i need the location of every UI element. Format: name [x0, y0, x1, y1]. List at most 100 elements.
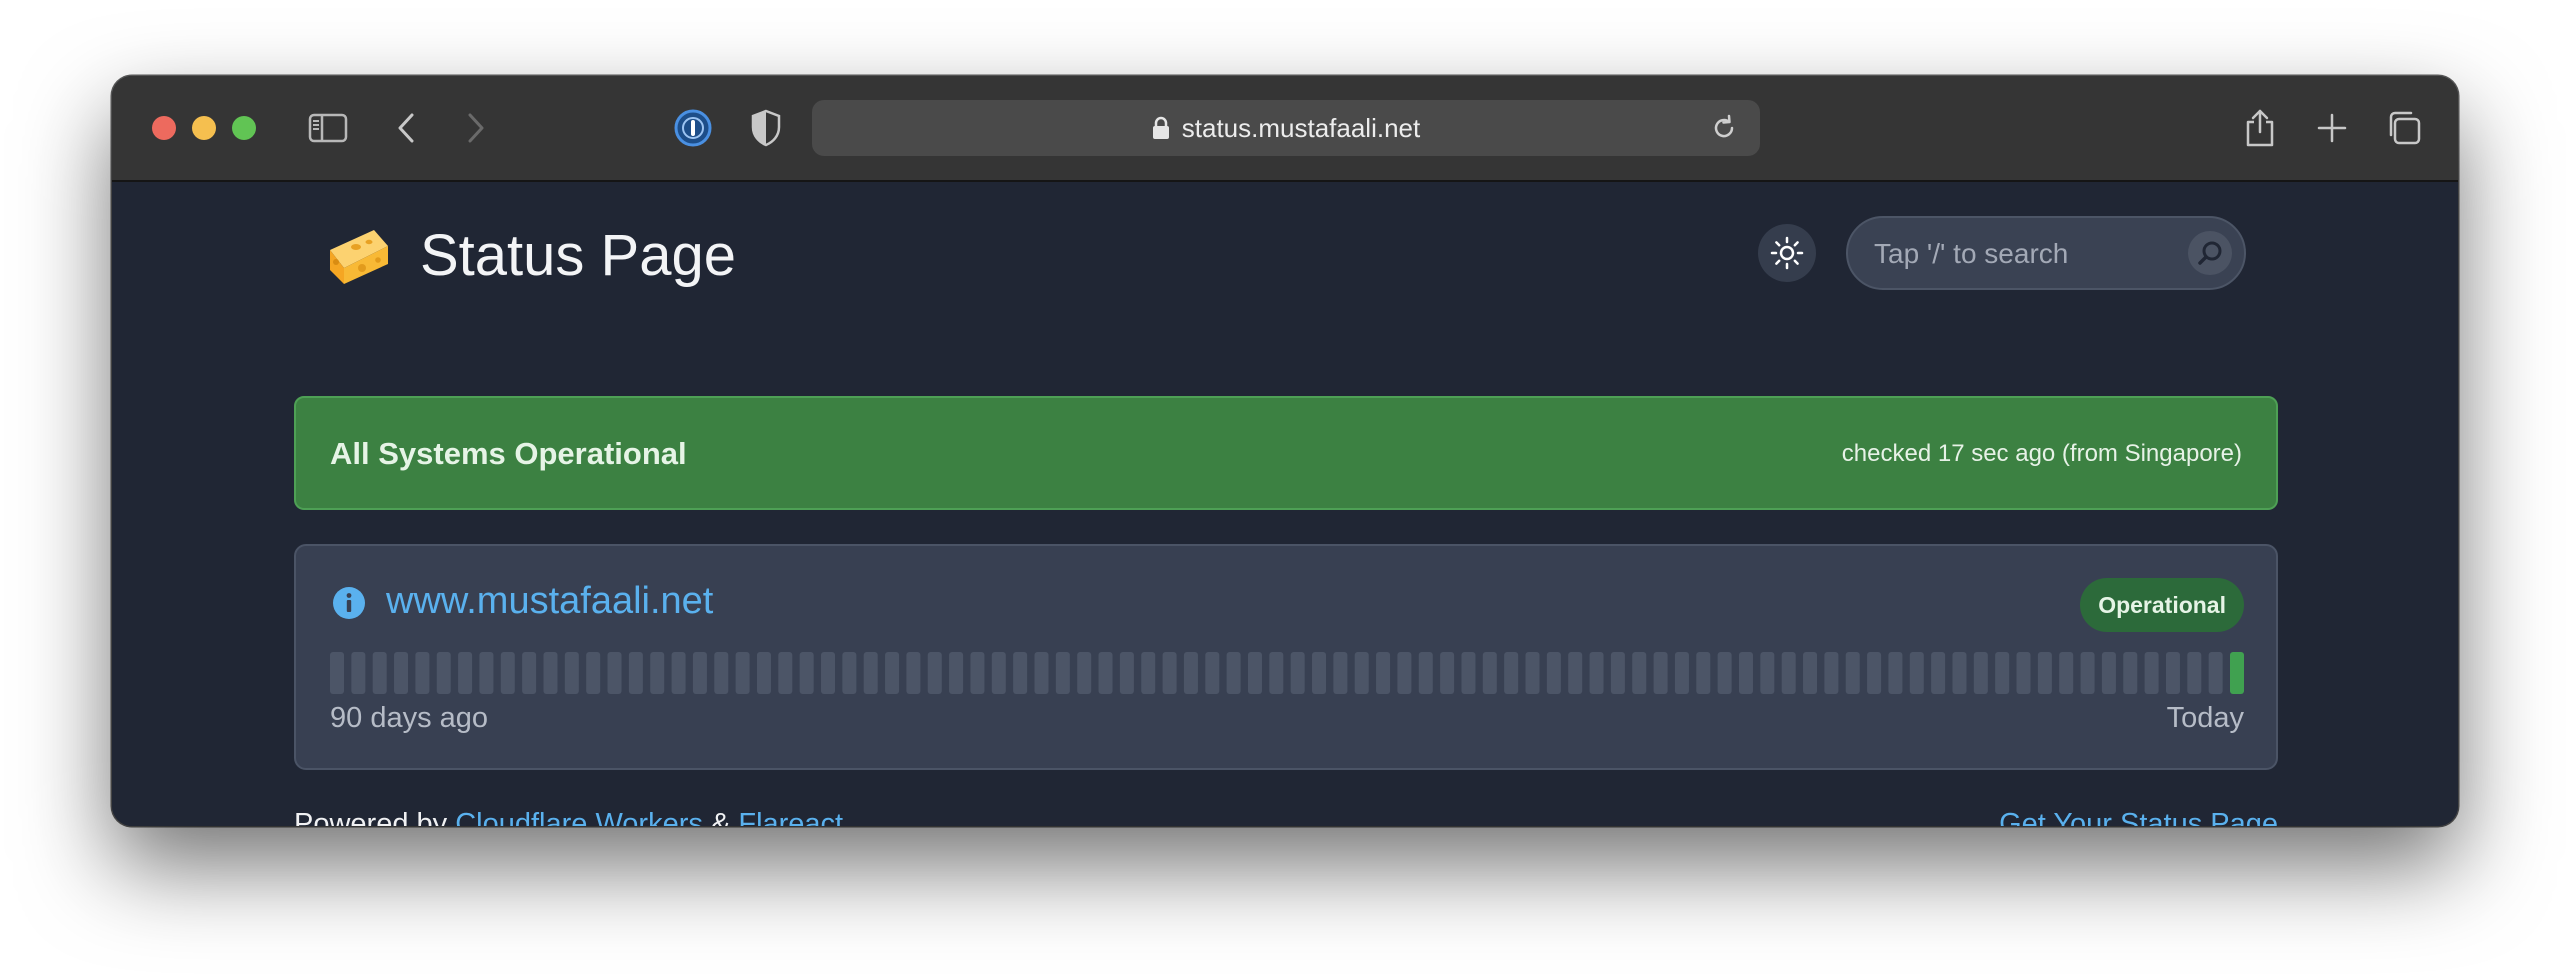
uptime-day-bar-no-data[interactable]	[1546, 652, 1561, 694]
uptime-day-bar-no-data[interactable]	[2080, 652, 2095, 694]
uptime-day-bar-no-data[interactable]	[1632, 652, 1647, 694]
uptime-day-bar-no-data[interactable]	[2144, 652, 2159, 694]
uptime-day-bar-no-data[interactable]	[1674, 652, 1689, 694]
uptime-day-bar-no-data[interactable]	[949, 652, 964, 694]
uptime-day-bar-no-data[interactable]	[522, 652, 537, 694]
uptime-day-bar-no-data[interactable]	[628, 652, 643, 694]
uptime-day-bar-no-data[interactable]	[1119, 652, 1134, 694]
uptime-day-bar-no-data[interactable]	[1995, 652, 2010, 694]
uptime-day-bar-no-data[interactable]	[1397, 652, 1412, 694]
cloudflare-workers-link[interactable]: Cloudflare Workers	[455, 808, 703, 826]
uptime-day-bar-no-data[interactable]	[2059, 652, 2074, 694]
search-input[interactable]	[1872, 218, 2176, 290]
uptime-day-bar-no-data[interactable]	[1845, 652, 1860, 694]
uptime-day-bar-no-data[interactable]	[671, 652, 686, 694]
uptime-day-bar-no-data[interactable]	[2101, 652, 2116, 694]
uptime-day-bar-no-data[interactable]	[842, 652, 857, 694]
uptime-day-bar-no-data[interactable]	[1247, 652, 1262, 694]
uptime-day-bar-no-data[interactable]	[1354, 652, 1369, 694]
uptime-day-bar-no-data[interactable]	[2208, 652, 2223, 694]
uptime-day-bar-no-data[interactable]	[1504, 652, 1519, 694]
uptime-day-bar-no-data[interactable]	[1610, 652, 1625, 694]
uptime-day-bar-no-data[interactable]	[2187, 652, 2202, 694]
uptime-day-bar-no-data[interactable]	[1803, 652, 1818, 694]
shield-icon[interactable]	[742, 104, 790, 152]
reload-icon[interactable]	[1710, 114, 1738, 149]
uptime-day-bar-no-data[interactable]	[415, 652, 430, 694]
uptime-day-bar-up[interactable]	[2230, 652, 2244, 694]
uptime-day-bar-no-data[interactable]	[1013, 652, 1028, 694]
uptime-day-bar-no-data[interactable]	[1931, 652, 1946, 694]
monitor-link[interactable]: www.mustafaali.net	[386, 580, 713, 623]
uptime-day-bar-no-data[interactable]	[1781, 652, 1796, 694]
theme-toggle-button[interactable]	[1758, 224, 1816, 282]
new-tab-icon[interactable]	[2308, 104, 2356, 152]
uptime-day-bar-no-data[interactable]	[927, 652, 942, 694]
uptime-day-bar-no-data[interactable]	[500, 652, 515, 694]
zoom-window-button[interactable]	[232, 116, 256, 140]
uptime-day-bar-no-data[interactable]	[2123, 652, 2138, 694]
uptime-day-bar-no-data[interactable]	[1162, 652, 1177, 694]
sidebar-icon[interactable]	[304, 104, 352, 152]
uptime-day-bar-no-data[interactable]	[1653, 652, 1668, 694]
minimize-window-button[interactable]	[192, 116, 216, 140]
uptime-day-bar-no-data[interactable]	[1183, 652, 1198, 694]
uptime-day-bar-no-data[interactable]	[863, 652, 878, 694]
uptime-day-bar-no-data[interactable]	[1824, 652, 1839, 694]
uptime-day-bar-no-data[interactable]	[1077, 652, 1092, 694]
uptime-day-bar-no-data[interactable]	[1333, 652, 1348, 694]
uptime-day-bar-no-data[interactable]	[2016, 652, 2031, 694]
uptime-day-bar-no-data[interactable]	[607, 652, 622, 694]
uptime-day-bar-no-data[interactable]	[650, 652, 665, 694]
uptime-day-bar-no-data[interactable]	[2037, 652, 2052, 694]
uptime-day-bar-no-data[interactable]	[1312, 652, 1327, 694]
uptime-day-bar-no-data[interactable]	[991, 652, 1006, 694]
uptime-day-bar-no-data[interactable]	[586, 652, 601, 694]
tab-overview-icon[interactable]	[2380, 104, 2428, 152]
uptime-day-bar-no-data[interactable]	[1888, 652, 1903, 694]
uptime-day-bar-no-data[interactable]	[479, 652, 494, 694]
uptime-day-bar-no-data[interactable]	[1867, 652, 1882, 694]
uptime-day-bar-no-data[interactable]	[1760, 652, 1775, 694]
password-manager-icon[interactable]	[669, 104, 717, 152]
uptime-day-bar-no-data[interactable]	[692, 652, 707, 694]
uptime-day-bar-no-data[interactable]	[564, 652, 579, 694]
uptime-day-bar-no-data[interactable]	[436, 652, 451, 694]
back-icon[interactable]	[382, 104, 430, 152]
uptime-day-bar-no-data[interactable]	[1952, 652, 1967, 694]
uptime-day-bar-no-data[interactable]	[1973, 652, 1988, 694]
uptime-day-bar-no-data[interactable]	[821, 652, 836, 694]
share-icon[interactable]	[2236, 104, 2284, 152]
uptime-day-bar-no-data[interactable]	[799, 652, 814, 694]
uptime-day-bar-no-data[interactable]	[756, 652, 771, 694]
uptime-day-bar-no-data[interactable]	[1205, 652, 1220, 694]
get-status-page-link[interactable]: Get Your Status Page	[1999, 808, 2278, 826]
uptime-day-bar-no-data[interactable]	[1269, 652, 1284, 694]
info-icon[interactable]	[332, 586, 366, 620]
uptime-day-bar-no-data[interactable]	[1376, 652, 1391, 694]
uptime-day-bar-no-data[interactable]	[1589, 652, 1604, 694]
close-window-button[interactable]	[152, 116, 176, 140]
uptime-day-bar-no-data[interactable]	[906, 652, 921, 694]
uptime-day-bar-no-data[interactable]	[1568, 652, 1583, 694]
uptime-day-bar-no-data[interactable]	[543, 652, 558, 694]
uptime-day-bar-no-data[interactable]	[1482, 652, 1497, 694]
uptime-day-bar-no-data[interactable]	[1738, 652, 1753, 694]
uptime-day-bar-no-data[interactable]	[778, 652, 793, 694]
uptime-day-bar-no-data[interactable]	[1461, 652, 1476, 694]
uptime-day-bar-no-data[interactable]	[1418, 652, 1433, 694]
uptime-day-bar-no-data[interactable]	[1290, 652, 1305, 694]
uptime-day-bar-no-data[interactable]	[885, 652, 900, 694]
uptime-day-bar-no-data[interactable]	[714, 652, 729, 694]
uptime-day-bar-no-data[interactable]	[372, 652, 387, 694]
uptime-day-bar-no-data[interactable]	[970, 652, 985, 694]
uptime-day-bar-no-data[interactable]	[735, 652, 750, 694]
uptime-day-bar-no-data[interactable]	[394, 652, 409, 694]
uptime-day-bar-no-data[interactable]	[1141, 652, 1156, 694]
address-bar[interactable]: status.mustafaali.net	[812, 100, 1760, 156]
uptime-day-bar-no-data[interactable]	[1909, 652, 1924, 694]
uptime-day-bar-no-data[interactable]	[1717, 652, 1732, 694]
uptime-day-bar-no-data[interactable]	[330, 652, 344, 694]
uptime-day-bar-no-data[interactable]	[1034, 652, 1049, 694]
uptime-day-bar-no-data[interactable]	[1226, 652, 1241, 694]
